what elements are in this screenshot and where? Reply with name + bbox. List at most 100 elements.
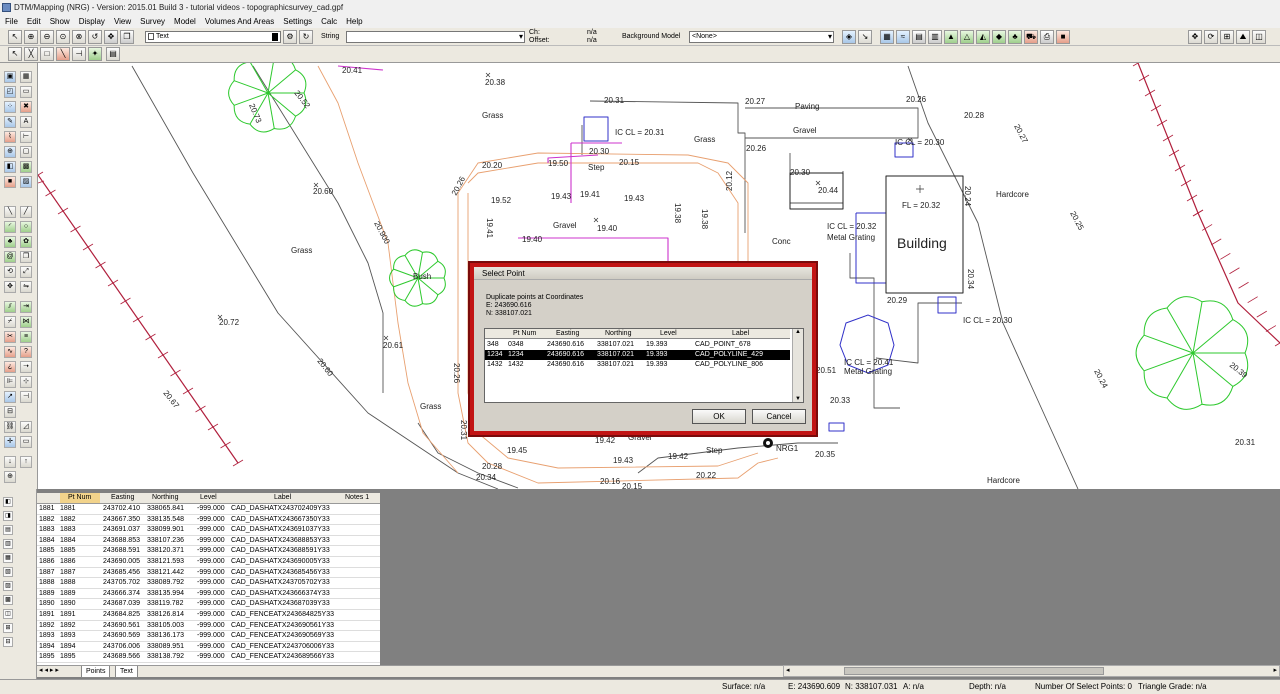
- menu-settings[interactable]: Settings: [283, 16, 312, 28]
- zoom-extents-icon[interactable]: ⊗: [72, 30, 86, 44]
- tool-station-icon[interactable]: ◰: [4, 86, 16, 98]
- col-notes[interactable]: Notes 1: [345, 493, 380, 503]
- tool-arc-icon[interactable]: ◜: [4, 221, 16, 233]
- col-label[interactable]: Label: [274, 493, 314, 503]
- col-northing[interactable]: Northing: [152, 493, 192, 503]
- tool-fence-icon[interactable]: ⊟: [4, 406, 16, 418]
- grid-tool-10-icon[interactable]: ⊞: [3, 623, 13, 633]
- tool-rotate-icon[interactable]: ⟲: [4, 266, 16, 278]
- menu-model[interactable]: Model: [174, 16, 196, 28]
- box-select-icon[interactable]: □: [40, 47, 54, 61]
- tool-fill-icon[interactable]: ■: [4, 176, 16, 188]
- tool-help-icon[interactable]: ?: [20, 346, 32, 358]
- grid-tool-1-icon[interactable]: ◧: [3, 497, 13, 507]
- cancel-button[interactable]: Cancel: [752, 409, 806, 424]
- tool-break-icon[interactable]: ⌿: [4, 316, 16, 328]
- tab-points[interactable]: Points: [81, 666, 111, 678]
- grid-tool-3-icon[interactable]: ▤: [3, 525, 13, 535]
- long-section-icon[interactable]: ▥: [928, 30, 942, 44]
- tool-crosshair-icon[interactable]: ✛: [4, 436, 16, 448]
- col-header-label[interactable]: Label: [732, 329, 749, 339]
- tool-zoom-icon[interactable]: ⊕: [4, 471, 16, 483]
- tool-move-icon[interactable]: ✥: [4, 281, 16, 293]
- table-row[interactable]: 1895 1895 243689.566 338138.792 -999.000 CAD_…: [37, 652, 380, 663]
- scroll-down-icon[interactable]: ▼: [793, 396, 803, 402]
- grid-tool-4-icon[interactable]: ▥: [3, 539, 13, 549]
- tool-tree-icon[interactable]: ♣: [4, 236, 16, 248]
- tool-align-icon[interactable]: ⊫: [4, 376, 16, 388]
- zoom-in-icon[interactable]: ⊕: [24, 30, 38, 44]
- menu-survey[interactable]: Survey: [140, 16, 165, 28]
- trim-icon[interactable]: ╳: [24, 47, 38, 61]
- table-row[interactable]: 1890 1890 243687.039 338119.782 -999.000 CAD_…: [37, 599, 380, 610]
- contour-icon[interactable]: ≈: [896, 30, 910, 44]
- menu-display[interactable]: Display: [79, 16, 105, 28]
- tool-join-icon[interactable]: ⋈: [20, 316, 32, 328]
- layer-select[interactable]: Text: [145, 31, 281, 43]
- scroll-right-icon[interactable]: ▸: [1273, 666, 1277, 674]
- tool-snap-icon[interactable]: ⊹: [20, 376, 32, 388]
- col-header-northing[interactable]: Northing: [605, 329, 631, 339]
- tool-frame2-icon[interactable]: ▭: [20, 436, 32, 448]
- table-row[interactable]: 1892 1892 243690.561 338105.003 -999.000 CAD_…: [37, 621, 380, 632]
- colour-palette-icon[interactable]: ■: [1056, 30, 1070, 44]
- col-header-level[interactable]: Level: [660, 329, 677, 339]
- table-row[interactable]: 1883 1883 243691.037 338099.901 -999.000 CAD_…: [37, 525, 380, 536]
- zoom-window-icon[interactable]: ⊙: [56, 30, 70, 44]
- table-row[interactable]: 1884 1884 243688.853 338107.236 -999.000 CAD_…: [37, 536, 380, 547]
- tool-block-icon[interactable]: ▢: [20, 146, 32, 158]
- tool-hatch-icon[interactable]: ▩: [20, 161, 32, 173]
- menu-help[interactable]: Help: [346, 16, 362, 28]
- table-icon[interactable]: ▤: [106, 47, 120, 61]
- scroll-thumb[interactable]: [844, 667, 1104, 675]
- grid-tool-9-icon[interactable]: ◫: [3, 609, 13, 619]
- table-row[interactable]: 1887 1887 243685.456 338121.442 -999.000 CAD_…: [37, 568, 380, 579]
- table-row[interactable]: 1893 1893 243690.569 338136.173 -999.000 CAD_…: [37, 631, 380, 642]
- col-pt-num[interactable]: Pt Num: [60, 493, 100, 503]
- print-icon[interactable]: ⎙: [1040, 30, 1054, 44]
- table-row[interactable]: 1894 1894 243706.006 338089.951 -999.000 CAD_…: [37, 642, 380, 653]
- tab-nav-icons[interactable]: ◂ ◂ ▸ ▸: [39, 666, 59, 674]
- menu-edit[interactable]: Edit: [27, 16, 41, 28]
- scroll-left-icon[interactable]: ◂: [786, 666, 790, 674]
- grid-tool-5-icon[interactable]: ▦: [3, 553, 13, 563]
- table-row[interactable]: 1891 1891 243684.825 338126.814 -999.000 CAD_…: [37, 610, 380, 621]
- tree-icon[interactable]: ♣: [1008, 30, 1022, 44]
- light-icon[interactable]: ✦: [88, 47, 102, 61]
- menu-volumes-and-areas[interactable]: Volumes And Areas: [205, 16, 274, 28]
- grid-tool-6-icon[interactable]: ▧: [3, 567, 13, 577]
- tool-arrow-icon[interactable]: ➝: [20, 361, 32, 373]
- rotate-icon[interactable]: ⟳: [1204, 30, 1218, 44]
- tool-scale-icon[interactable]: ⤢: [20, 266, 32, 278]
- select-arrow-icon[interactable]: ↖: [8, 30, 22, 44]
- pointer-icon[interactable]: ↖: [8, 47, 22, 61]
- menu-show[interactable]: Show: [50, 16, 70, 28]
- menu-view[interactable]: View: [114, 16, 131, 28]
- tool-up-icon[interactable]: ↑: [20, 456, 32, 468]
- tool-query-icon[interactable]: ¿: [4, 361, 16, 373]
- tool-extend-icon[interactable]: ⇥: [20, 301, 32, 313]
- dialog-row[interactable]: 1432 1432 243690.616 338107.021 19.393 C…: [485, 360, 790, 370]
- move-icon[interactable]: ✥: [1188, 30, 1202, 44]
- volume-icon[interactable]: ◭: [976, 30, 990, 44]
- tool-circle-icon[interactable]: ○: [20, 221, 32, 233]
- table-row[interactable]: 1885 1885 243688.591 338120.371 -999.000 CAD_…: [37, 546, 380, 557]
- string-select[interactable]: [346, 31, 525, 43]
- tool-offset-icon[interactable]: ⫽: [4, 301, 16, 313]
- tool-text-icon[interactable]: A: [20, 116, 32, 128]
- 3d-view-icon[interactable]: ◫: [1252, 30, 1266, 44]
- tool-spiral-icon[interactable]: @: [4, 251, 16, 263]
- tool-line-icon[interactable]: ╲: [4, 206, 16, 218]
- col-header-easting[interactable]: Easting: [556, 329, 579, 339]
- menu-calc[interactable]: Calc: [321, 16, 337, 28]
- table-row[interactable]: 1882 1882 243667.350 338135.548 -999.000 CAD_…: [37, 515, 380, 526]
- shade-icon[interactable]: ◆: [992, 30, 1006, 44]
- tool-copy-icon[interactable]: ❐: [20, 251, 32, 263]
- grid-tool-11-icon[interactable]: ⊟: [3, 637, 13, 647]
- tool-string-icon[interactable]: ⌇: [4, 131, 16, 143]
- plan-view-icon[interactable]: ⊞: [1220, 30, 1234, 44]
- delete-line-icon[interactable]: ╲: [56, 47, 70, 61]
- tool-erase-icon[interactable]: ✂: [4, 331, 16, 343]
- col-easting[interactable]: Easting: [111, 493, 151, 503]
- ok-button[interactable]: OK: [692, 409, 746, 424]
